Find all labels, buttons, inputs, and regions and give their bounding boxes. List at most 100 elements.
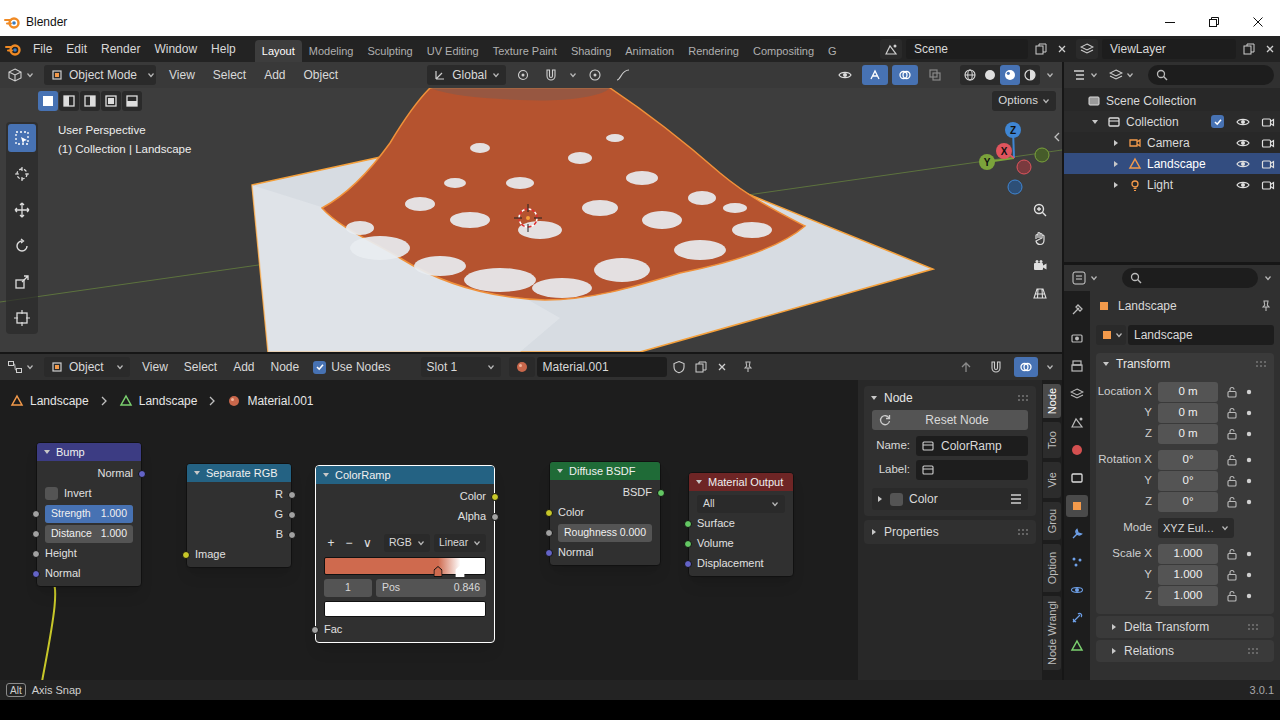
socket[interactable] <box>311 626 319 634</box>
workspace-tab[interactable]: Texture Paint <box>486 40 564 62</box>
orientation-dropdown[interactable]: Global <box>427 65 506 85</box>
workspace-tab[interactable]: Shading <box>564 40 618 62</box>
socket[interactable] <box>288 531 296 539</box>
tool-icon[interactable] <box>8 196 36 224</box>
properties-tab-icon[interactable] <box>1066 327 1088 349</box>
menu-item[interactable]: Window <box>147 40 204 58</box>
outliner-item-label[interactable]: Collection <box>1126 113 1203 131</box>
node-dropdown[interactable]: All <box>697 495 785 513</box>
viewport-toggle-icon[interactable] <box>922 65 948 85</box>
expand-icon[interactable] <box>1109 136 1123 150</box>
delete-view-layer-icon[interactable] <box>1262 39 1278 59</box>
node-panel-header[interactable]: Node <box>864 386 1036 410</box>
viewport-menu[interactable]: Add <box>255 66 294 84</box>
viewport-toggle-icon[interactable] <box>832 65 858 85</box>
unlink-material-icon[interactable] <box>713 357 731 377</box>
use-nodes-checkbox[interactable]: Use Nodes <box>313 358 390 376</box>
delete-scene-icon[interactable] <box>1054 39 1070 59</box>
visibility-eye-icon[interactable] <box>1236 178 1250 192</box>
outliner-item-label[interactable]: Camera <box>1147 134 1203 152</box>
socket[interactable] <box>288 511 296 519</box>
fake-user-icon[interactable] <box>669 357 689 377</box>
render-camera-icon[interactable] <box>1261 157 1275 171</box>
render-camera-icon[interactable] <box>1261 136 1275 150</box>
outliner-search[interactable] <box>1148 65 1274 85</box>
label-field[interactable] <box>916 460 1028 480</box>
menu-item[interactable]: Edit <box>59 40 94 58</box>
socket[interactable] <box>138 470 146 478</box>
axis-label[interactable]: Z <box>1005 122 1021 138</box>
ramp-button[interactable]: − <box>342 534 356 552</box>
perspective-grid-icon[interactable] <box>1028 282 1052 306</box>
socket[interactable] <box>491 493 499 501</box>
view-layer-selector[interactable]: ViewLayer <box>1076 39 1278 59</box>
properties-tab-icon[interactable] <box>1066 635 1088 657</box>
sidebar-tab[interactable]: Option <box>1043 544 1061 592</box>
editor-type-button[interactable] <box>6 66 40 84</box>
node[interactable]: BumpNormalInvertStrength1.000Distance1.0… <box>36 442 142 587</box>
collapse-icon[interactable] <box>43 448 51 456</box>
socket[interactable] <box>684 560 692 568</box>
shading-mode-icon[interactable] <box>960 65 980 85</box>
properties-tab-icon[interactable] <box>1066 355 1088 377</box>
workspace-tab[interactable]: Modeling <box>302 40 361 62</box>
render-camera-icon[interactable] <box>1261 115 1275 129</box>
viewport-toggle-icon[interactable] <box>892 65 918 85</box>
menu-item[interactable]: Help <box>204 40 243 58</box>
socket[interactable] <box>545 529 553 537</box>
new-view-layer-icon[interactable] <box>1240 39 1258 59</box>
blender-menu-icon[interactable] <box>0 36 26 62</box>
color-mode-dropdown[interactable]: RGB <box>384 534 430 552</box>
properties-tab-icon[interactable] <box>1066 439 1088 461</box>
breadcrumb-item[interactable]: Material.001 <box>247 392 313 410</box>
properties-tab-icon[interactable] <box>1066 523 1088 545</box>
outliner-item-label[interactable]: Landscape <box>1147 155 1203 173</box>
drag-handle-icon[interactable] <box>1016 527 1030 537</box>
number-field[interactable]: 1.000 <box>1158 565 1218 585</box>
minimize-icon[interactable] <box>1148 10 1192 34</box>
lock-icon[interactable] <box>1222 382 1242 402</box>
socket[interactable] <box>32 530 40 538</box>
node-value-field[interactable]: Roughness0.000 <box>558 524 652 542</box>
visibility-eye-icon[interactable] <box>1236 136 1250 150</box>
display-mode-button[interactable] <box>1108 67 1134 83</box>
lock-icon[interactable] <box>1222 544 1242 564</box>
outliner-row[interactable]: Light <box>1064 174 1280 195</box>
workspace-tab[interactable]: Rendering <box>681 40 746 62</box>
exclude-checkbox[interactable] <box>1211 115 1224 128</box>
workspace-tab[interactable]: UV Editing <box>420 40 486 62</box>
pivot-icon[interactable] <box>512 65 534 85</box>
close-icon[interactable] <box>1236 10 1280 34</box>
lock-icon[interactable] <box>1222 403 1242 423</box>
keyframe-dot-icon[interactable] <box>1242 403 1256 423</box>
properties-tab-icon[interactable] <box>1066 579 1088 601</box>
shader-type-dropdown[interactable]: Object <box>44 357 130 377</box>
maximize-icon[interactable] <box>1192 10 1236 34</box>
expand-icon[interactable] <box>1109 157 1123 171</box>
color-stop[interactable] <box>456 564 465 575</box>
socket[interactable] <box>32 550 40 558</box>
stop-index-field[interactable]: 1 <box>324 579 372 597</box>
socket[interactable] <box>545 509 553 517</box>
drag-handle-icon[interactable] <box>1246 646 1260 656</box>
sidebar-tab[interactable]: Node Wrangl <box>1043 596 1061 670</box>
workspace-tab[interactable]: Compositing <box>746 40 821 62</box>
pin-icon[interactable] <box>1258 298 1274 314</box>
number-field[interactable]: 0 m <box>1158 382 1218 402</box>
color-subpanel[interactable]: Color <box>872 488 1028 510</box>
presets-icon[interactable] <box>1008 491 1024 507</box>
properties-tab-icon[interactable] <box>1066 551 1088 573</box>
workspace-tab[interactable]: Sculpting <box>360 40 419 62</box>
socket[interactable] <box>684 520 692 528</box>
drag-handle-icon[interactable] <box>1254 359 1268 369</box>
material-name[interactable]: Material.001 <box>543 358 609 376</box>
use-nodes-box[interactable] <box>313 361 326 374</box>
outliner-item-label[interactable]: Light <box>1147 176 1203 194</box>
keyframe-dot-icon[interactable] <box>1242 424 1256 444</box>
socket[interactable] <box>32 570 40 578</box>
properties-tab-icon[interactable] <box>1066 299 1088 321</box>
editor-type-button[interactable] <box>1070 269 1098 287</box>
lock-icon[interactable] <box>1222 450 1242 470</box>
sidebar-toggle-icon[interactable] <box>1052 130 1062 144</box>
collapse-icon[interactable] <box>695 478 703 486</box>
